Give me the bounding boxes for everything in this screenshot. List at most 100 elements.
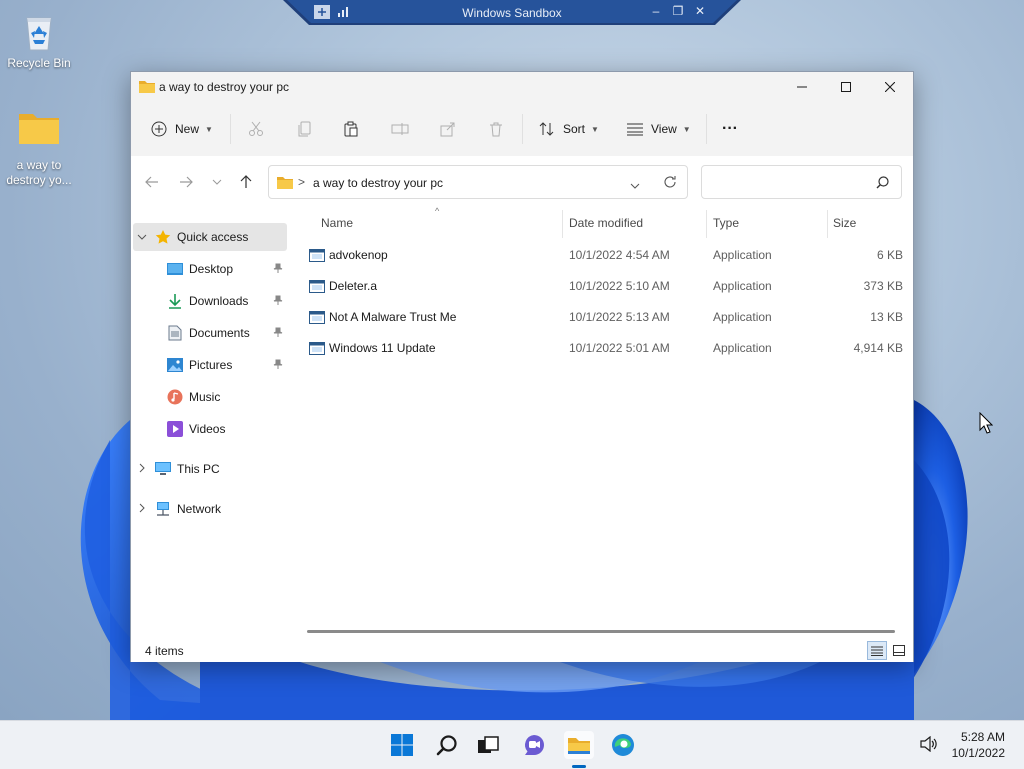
- pictures-icon: [167, 357, 183, 373]
- refresh-icon[interactable]: [663, 175, 677, 192]
- file-date: 10/1/2022 5:10 AM: [569, 279, 670, 293]
- recent-locations-button[interactable]: [206, 172, 228, 192]
- details-view-icon: [871, 646, 883, 656]
- quick-access-label: Quick access: [177, 230, 249, 244]
- copy-icon: [298, 121, 311, 137]
- sandbox-restore-button[interactable]: ❐: [669, 4, 687, 18]
- file-row[interactable]: advokenop 10/1/2022 4:54 AM Application …: [305, 240, 903, 270]
- address-bar[interactable]: > a way to destroy your pc: [268, 165, 688, 199]
- nav-item-desktop[interactable]: Desktop: [133, 255, 287, 283]
- sandbox-title-bar[interactable]: Windows Sandbox – ❐ ✕: [283, 0, 741, 25]
- nav-item-quick-access[interactable]: Quick access: [133, 223, 287, 251]
- back-button[interactable]: [141, 172, 163, 192]
- paste-button[interactable]: [343, 116, 359, 142]
- sort-button[interactable]: Sort ▼: [539, 116, 599, 142]
- copy-button[interactable]: [297, 116, 313, 142]
- pin-icon[interactable]: [273, 327, 283, 340]
- videos-label: Videos: [189, 422, 226, 436]
- edge-button[interactable]: [609, 731, 637, 759]
- column-divider[interactable]: [706, 210, 707, 238]
- pin-icon[interactable]: [273, 263, 283, 276]
- window-title: a way to destroy your pc: [159, 80, 290, 94]
- sandbox-minimize-button[interactable]: –: [647, 4, 665, 18]
- chevron-down-icon: [212, 179, 222, 185]
- nav-item-downloads[interactable]: Downloads: [133, 287, 287, 315]
- forward-button[interactable]: [175, 172, 197, 192]
- plus-circle-icon: [151, 121, 167, 137]
- search-taskbar-button[interactable]: [433, 731, 461, 759]
- nav-item-documents[interactable]: Documents: [133, 319, 287, 347]
- recycle-bin-desktop-icon[interactable]: Recycle Bin: [1, 10, 77, 71]
- clock[interactable]: 5:28 AM 10/1/2022: [952, 729, 1005, 761]
- nav-item-videos[interactable]: Videos: [133, 415, 287, 443]
- folder-desktop-icon[interactable]: a way to destroy yo...: [1, 106, 77, 188]
- file-list: ^ Name Date modified Type Size advokenop…: [291, 206, 913, 636]
- share-button[interactable]: [440, 116, 456, 142]
- close-button[interactable]: [867, 72, 913, 102]
- file-explorer-window: a way to destroy your pc New ▼ Sort ▼ Vi…: [130, 71, 914, 662]
- delete-button[interactable]: [488, 116, 504, 142]
- pictures-label: Pictures: [189, 358, 233, 372]
- toolbar-separator: [230, 114, 231, 144]
- breadcrumb-current[interactable]: a way to destroy your pc: [313, 176, 443, 190]
- new-button[interactable]: New ▼: [151, 116, 213, 142]
- search-box[interactable]: [701, 165, 902, 199]
- pin-icon[interactable]: [273, 359, 283, 372]
- rename-button[interactable]: [391, 116, 409, 142]
- toolbar-separator: [522, 114, 523, 144]
- file-name: advokenop: [329, 248, 388, 262]
- view-lines-icon: [627, 123, 643, 136]
- window-titlebar[interactable]: a way to destroy your pc: [131, 72, 913, 102]
- desktop-icon: [167, 261, 183, 277]
- nav-item-music[interactable]: Music: [133, 383, 287, 411]
- column-header-size[interactable]: Size: [833, 216, 856, 230]
- task-view-button[interactable]: [474, 731, 502, 759]
- sandbox-close-button[interactable]: ✕: [691, 4, 709, 18]
- chevron-down-icon[interactable]: [135, 232, 149, 242]
- start-button[interactable]: [388, 731, 416, 759]
- sort-ascending-icon: ^: [435, 206, 440, 216]
- chevron-down-icon: ▼: [591, 124, 599, 134]
- address-dropdown-icon[interactable]: [630, 178, 640, 192]
- maximize-button[interactable]: [823, 72, 869, 102]
- column-divider[interactable]: [827, 210, 828, 238]
- column-header-name[interactable]: Name: [321, 216, 353, 230]
- file-row[interactable]: Not A Malware Trust Me 10/1/2022 5:13 AM…: [305, 302, 903, 332]
- mouse-cursor-icon: [979, 411, 994, 437]
- nav-item-pictures[interactable]: Pictures: [133, 351, 287, 379]
- application-icon: [309, 311, 325, 327]
- clock-date: 10/1/2022: [951, 746, 1005, 760]
- file-row[interactable]: Windows 11 Update 10/1/2022 5:01 AM Appl…: [305, 333, 903, 363]
- scissors-icon: [249, 121, 263, 136]
- see-more-button[interactable]: ···: [722, 116, 738, 142]
- file-row[interactable]: Deleter.a 10/1/2022 5:10 AM Application …: [305, 271, 903, 301]
- address-folder-icon: [277, 175, 293, 192]
- application-icon: [309, 342, 325, 358]
- minimize-button[interactable]: [779, 72, 825, 102]
- volume-icon[interactable]: [920, 735, 938, 755]
- file-date: 10/1/2022 4:54 AM: [569, 248, 670, 262]
- horizontal-scrollbar[interactable]: [307, 630, 895, 633]
- arrow-left-icon: [145, 176, 158, 188]
- chevron-right-icon[interactable]: [135, 463, 149, 475]
- chat-icon: [525, 735, 544, 755]
- cut-button[interactable]: [248, 116, 264, 142]
- pin-icon[interactable]: [273, 295, 283, 308]
- tiles-view-button[interactable]: [889, 641, 909, 660]
- chat-button[interactable]: [520, 731, 548, 759]
- recycle-bin-label: Recycle Bin: [7, 56, 71, 70]
- search-icon[interactable]: [876, 176, 889, 192]
- taskbar: 5:28 AM 10/1/2022: [0, 720, 1024, 769]
- details-view-button[interactable]: [867, 641, 887, 660]
- nav-item-network[interactable]: Network: [133, 495, 287, 523]
- column-header-date[interactable]: Date modified: [569, 216, 643, 230]
- column-divider[interactable]: [562, 210, 563, 238]
- file-explorer-taskbar-button[interactable]: [564, 731, 594, 759]
- chevron-right-icon[interactable]: [135, 503, 149, 515]
- column-header-type[interactable]: Type: [713, 216, 739, 230]
- view-button[interactable]: View ▼: [627, 116, 691, 142]
- up-button[interactable]: [235, 172, 257, 192]
- downloads-label: Downloads: [189, 294, 249, 308]
- nav-item-this-pc[interactable]: This PC: [133, 455, 287, 483]
- file-type: Application: [713, 341, 772, 355]
